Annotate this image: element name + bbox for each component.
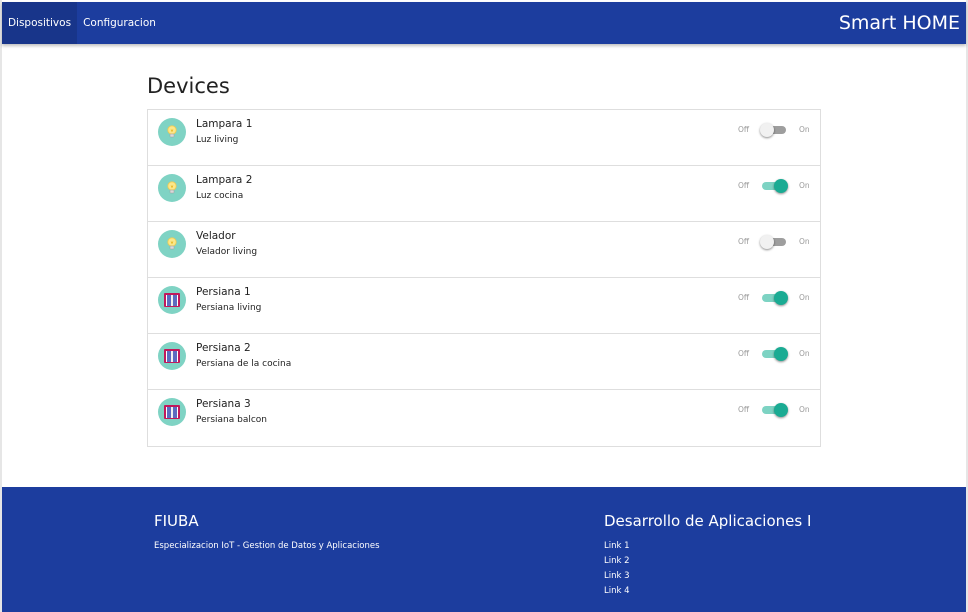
device-name: Persiana 3 <box>196 398 251 410</box>
toggle-knob[interactable] <box>774 403 788 417</box>
device-name: Velador <box>196 230 236 242</box>
device-description: Velador living <box>196 247 258 257</box>
toggle-on-label: On <box>799 405 810 414</box>
toggle-on-label: On <box>799 349 810 358</box>
lightbulb-icon <box>158 230 186 258</box>
toggle-on-label: On <box>799 293 810 302</box>
footer-title-course: Desarrollo de Aplicaciones I <box>604 512 812 530</box>
power-toggle[interactable] <box>760 235 788 249</box>
toggle-off-label: Off <box>738 181 750 190</box>
toggle-off-label: Off <box>738 237 750 246</box>
brand-title[interactable]: Smart HOME <box>839 2 960 44</box>
device-row-lampara-2: Lampara 2 Luz cocina Off On <box>148 166 820 222</box>
page-title: Devices <box>147 74 230 98</box>
window-blind-icon <box>158 286 186 314</box>
device-name: Lampara 1 <box>196 118 253 130</box>
lightbulb-icon <box>158 118 186 146</box>
device-row-velador: Velador Velador living Off On <box>148 222 820 278</box>
top-navbar: Dispositivos Configuracion Smart HOME <box>2 2 966 44</box>
device-description: Persiana balcon <box>196 415 268 425</box>
device-row-persiana-1: Persiana 1 Persiana living Off On <box>148 278 820 334</box>
window-blind-icon <box>158 342 186 370</box>
power-toggle[interactable] <box>762 291 788 305</box>
toggle-knob[interactable] <box>774 291 788 305</box>
power-toggle[interactable] <box>762 347 788 361</box>
device-name: Persiana 1 <box>196 286 251 298</box>
toggle-off-label: Off <box>738 349 750 358</box>
device-description: Luz cocina <box>196 191 244 201</box>
toggle-knob[interactable] <box>774 179 788 193</box>
window-blind-icon <box>158 398 186 426</box>
toggle-knob[interactable] <box>760 123 774 137</box>
tab-dispositivos[interactable]: Dispositivos <box>2 2 77 44</box>
power-toggle[interactable] <box>760 123 788 137</box>
toggle-on-label: On <box>799 181 810 190</box>
footer-link-1[interactable]: Link 1 <box>604 541 630 556</box>
footer-link-4[interactable]: Link 4 <box>604 586 630 601</box>
device-row-lampara-1: Lampara 1 Luz living Off On <box>148 110 820 166</box>
footer-subtitle: Especializacion IoT - Gestion de Datos y… <box>154 541 380 551</box>
toggle-knob[interactable] <box>760 235 774 249</box>
tab-configuracion[interactable]: Configuracion <box>77 2 162 44</box>
device-row-persiana-3: Persiana 3 Persiana balcon Off On <box>148 390 820 446</box>
footer-links: Link 1 Link 2 Link 3 Link 4 <box>604 541 630 601</box>
toggle-knob[interactable] <box>774 347 788 361</box>
power-toggle[interactable] <box>762 179 788 193</box>
device-description: Persiana living <box>196 303 262 313</box>
toggle-on-label: On <box>799 237 810 246</box>
footer-link-2[interactable]: Link 2 <box>604 556 630 571</box>
device-list: Lampara 1 Luz living Off On Lampara 2 Lu… <box>147 109 821 447</box>
page-footer: FIUBA Especializacion IoT - Gestion de D… <box>2 487 966 612</box>
device-description: Persiana de la cocina <box>196 359 292 369</box>
device-name: Persiana 2 <box>196 342 251 354</box>
device-description: Luz living <box>196 135 239 145</box>
toggle-on-label: On <box>799 125 810 134</box>
toggle-off-label: Off <box>738 125 750 134</box>
footer-link-3[interactable]: Link 3 <box>604 571 630 586</box>
lightbulb-icon <box>158 174 186 202</box>
toggle-off-label: Off <box>738 405 750 414</box>
power-toggle[interactable] <box>762 403 788 417</box>
toggle-off-label: Off <box>738 293 750 302</box>
device-row-persiana-2: Persiana 2 Persiana de la cocina Off On <box>148 334 820 390</box>
device-name: Lampara 2 <box>196 174 253 186</box>
footer-title-fiuba: FIUBA <box>154 512 199 530</box>
